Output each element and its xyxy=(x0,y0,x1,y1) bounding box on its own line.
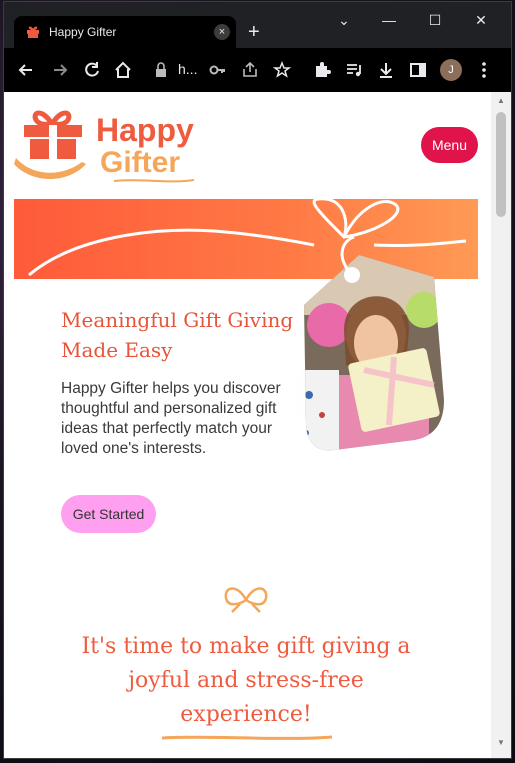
address-bar[interactable]: h... xyxy=(178,61,197,77)
home-icon[interactable] xyxy=(113,60,133,80)
maximize-button[interactable]: ☐ xyxy=(425,12,445,29)
scroll-thumb[interactable] xyxy=(496,112,506,217)
menu-button[interactable]: Menu xyxy=(421,127,478,163)
close-window-button[interactable]: ✕ xyxy=(471,12,491,29)
scroll-up-icon[interactable]: ▲ xyxy=(496,96,506,105)
bow-icon xyxy=(224,587,268,613)
hero-description: Happy Gifter helps you discover thoughtf… xyxy=(61,380,281,457)
key-icon[interactable] xyxy=(208,60,228,80)
logo-text-happy: Happy xyxy=(96,112,194,148)
tagline: It's time to make gift giving a joyful a… xyxy=(81,634,411,727)
hero-title: Meaningful Gift Giving Made Easy xyxy=(61,308,294,362)
browser-window: Happy Gifter × + ⌄ — ☐ ✕ h... J Happy Gi… xyxy=(4,2,511,758)
more-icon[interactable] xyxy=(474,60,494,80)
share-icon[interactable] xyxy=(240,60,260,80)
download-icon[interactable] xyxy=(376,60,396,80)
logo-text-gifter: Gifter xyxy=(100,146,181,179)
gift-logo-icon xyxy=(14,110,86,179)
tab-close-icon[interactable]: × xyxy=(214,24,230,40)
tab-search-icon[interactable]: ⌄ xyxy=(334,12,354,29)
forward-icon[interactable] xyxy=(50,60,70,80)
star-icon[interactable] xyxy=(272,60,292,80)
page-viewport: Happy Gifter Menu Meaningful Gift Giving… xyxy=(4,92,491,758)
gift-tag-photo xyxy=(294,235,444,455)
scroll-down-icon[interactable]: ▼ xyxy=(496,738,506,747)
tab-strip: Happy Gifter × + ⌄ — ☐ ✕ xyxy=(4,2,511,48)
tab-title: Happy Gifter xyxy=(49,25,117,39)
lock-icon[interactable] xyxy=(154,60,168,80)
extensions-icon[interactable] xyxy=(312,60,332,80)
back-icon[interactable] xyxy=(16,60,36,80)
browser-toolbar: h... J xyxy=(4,48,511,92)
get-started-button[interactable]: Get Started xyxy=(61,495,156,533)
new-tab-button[interactable]: + xyxy=(248,22,260,42)
media-icon[interactable] xyxy=(344,60,364,80)
reload-icon[interactable] xyxy=(82,60,102,80)
site-logo[interactable]: Happy Gifter xyxy=(14,104,204,184)
logo-underline xyxy=(114,179,194,183)
tagline-underline xyxy=(162,735,332,740)
minimize-button[interactable]: — xyxy=(379,12,399,28)
profile-avatar[interactable]: J xyxy=(440,59,462,81)
sidepanel-icon[interactable] xyxy=(408,60,428,80)
browser-tab[interactable]: Happy Gifter × xyxy=(14,16,236,48)
page-scrollbar[interactable]: ▲ ▼ xyxy=(491,92,511,758)
gift-favicon-icon xyxy=(27,26,39,38)
